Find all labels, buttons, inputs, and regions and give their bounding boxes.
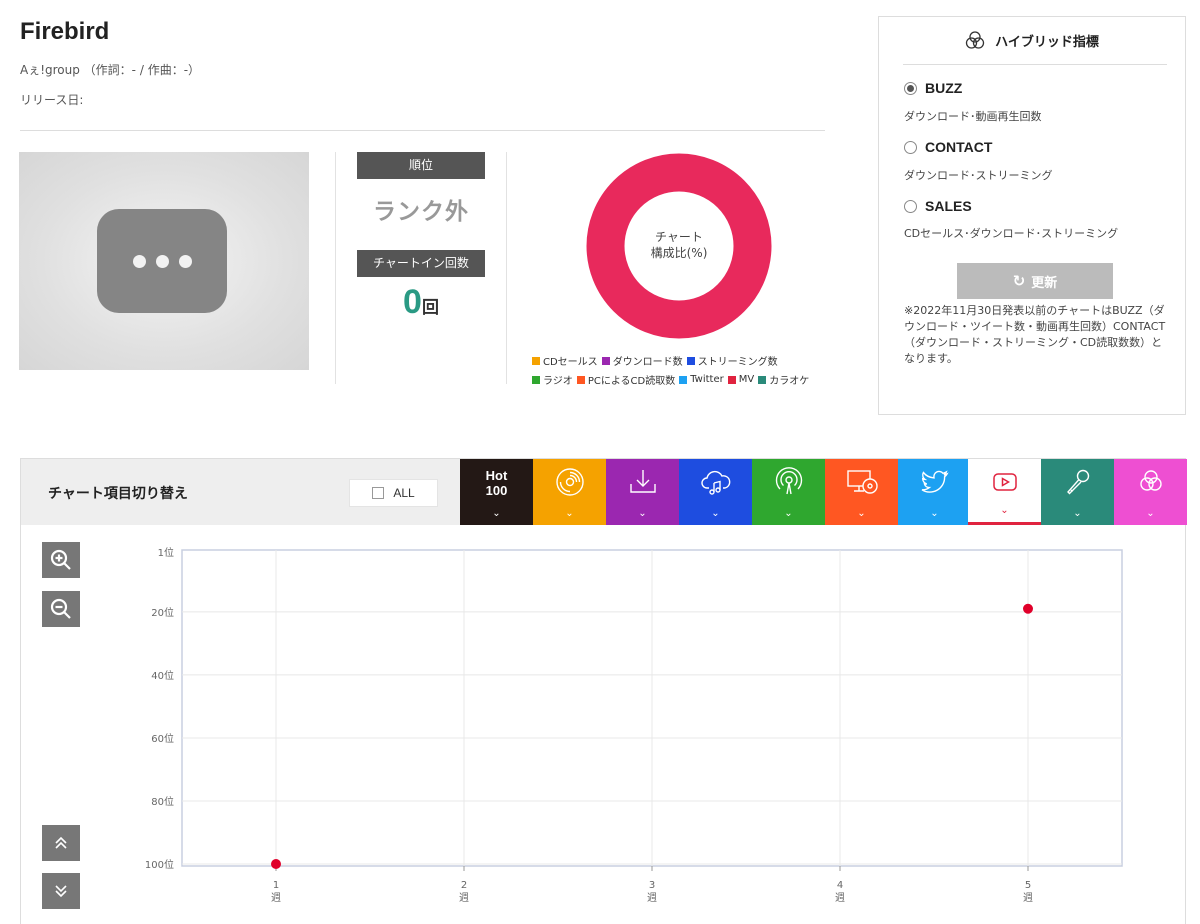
x-tick-unit: 週 <box>835 892 845 904</box>
x-tick-label: 3 <box>649 880 655 891</box>
x-tick-label: 5 <box>1025 880 1031 891</box>
rank-history-chart: 1位20位40位60位80位100位1週2週3週4週5週 <box>145 546 1123 904</box>
y-tick-label: 100位 <box>145 858 174 871</box>
x-tick-label: 1 <box>273 880 279 891</box>
y-tick-label: 60位 <box>151 732 174 745</box>
x-tick-label: 4 <box>837 880 843 891</box>
y-tick-label: 40位 <box>151 669 174 682</box>
data-point <box>1023 603 1033 614</box>
y-tick-label: 20位 <box>151 606 174 619</box>
x-tick-unit: 週 <box>647 892 657 904</box>
data-point <box>271 859 281 869</box>
x-tick-label: 2 <box>461 880 467 891</box>
y-tick-label: 80位 <box>151 795 174 808</box>
x-tick-unit: 週 <box>459 892 469 904</box>
x-tick-unit: 週 <box>271 892 281 904</box>
x-tick-unit: 週 <box>1023 892 1033 904</box>
y-tick-label: 1位 <box>158 546 174 559</box>
